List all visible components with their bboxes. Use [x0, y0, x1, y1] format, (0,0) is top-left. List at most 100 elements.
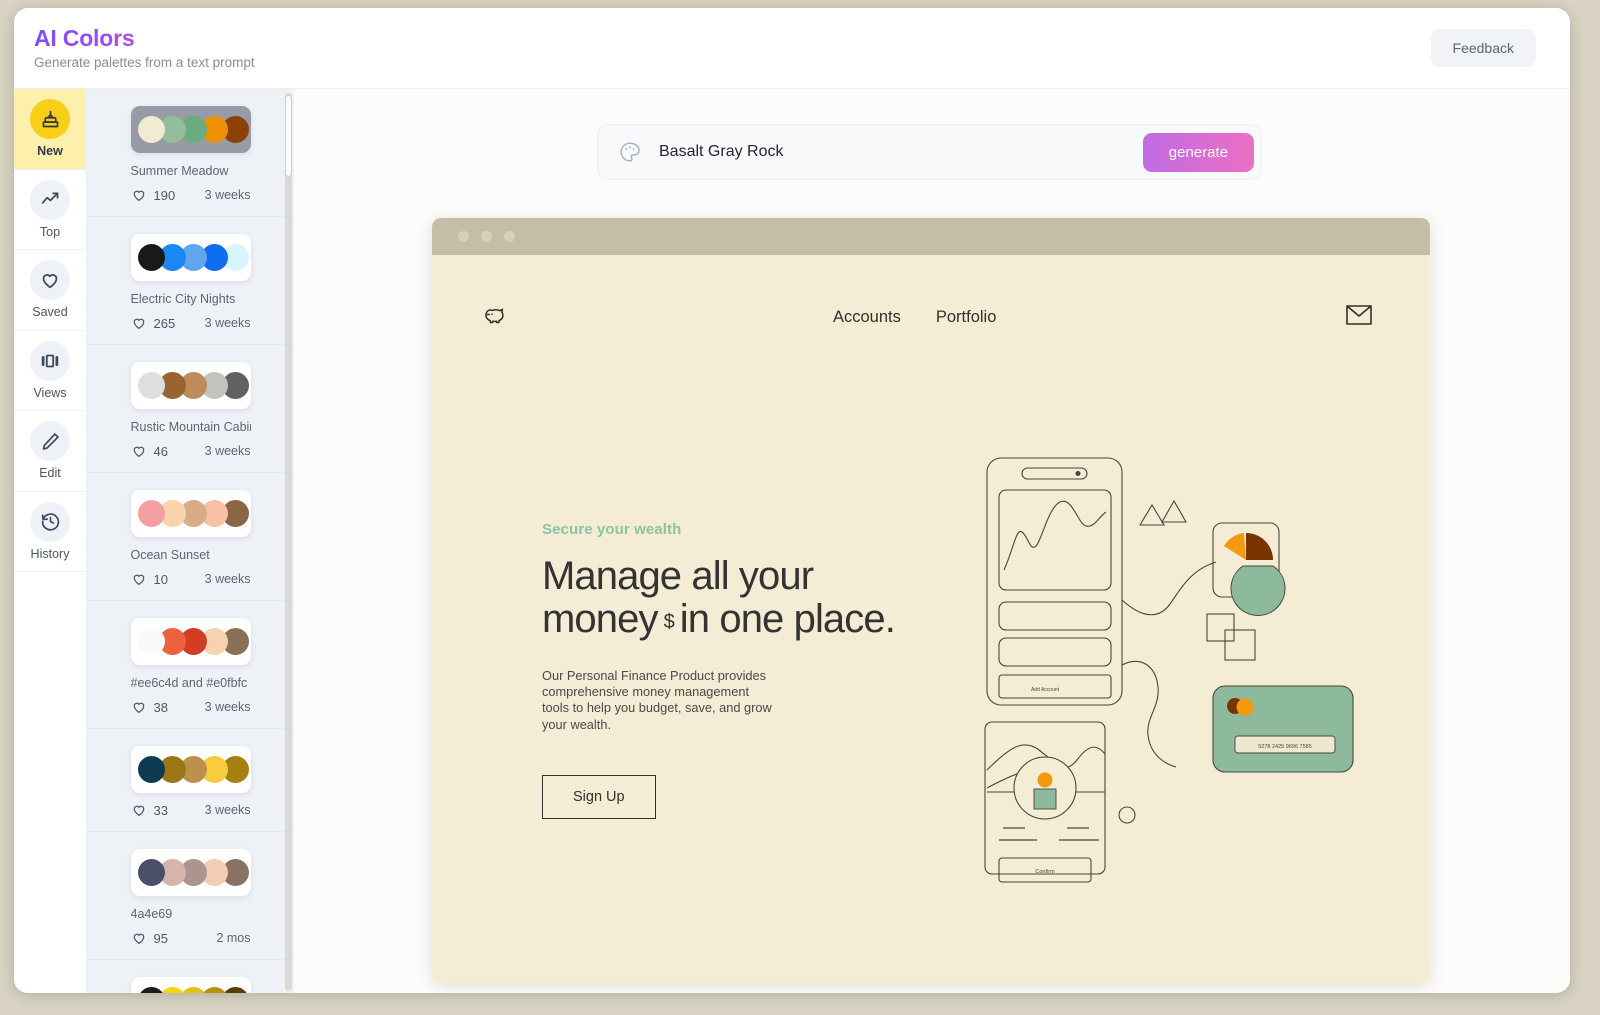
prompt-bar[interactable]: Basalt Gray Rock generate — [597, 124, 1262, 180]
generate-button[interactable]: generate — [1142, 132, 1254, 172]
sidebar-item-new[interactable]: New — [14, 89, 86, 170]
scrollbar-thumb[interactable] — [285, 95, 292, 177]
palette-swatch-card[interactable] — [130, 746, 251, 793]
palette-swatch-dot — [138, 859, 165, 886]
palette-swatch-card[interactable] — [130, 490, 251, 537]
palette-meta: 10 3 weeks — [131, 571, 251, 587]
heart-icon — [133, 805, 144, 816]
sidebar-item-edit[interactable]: Edit — [14, 411, 86, 492]
envelope-icon[interactable] — [1346, 305, 1372, 330]
cake-icon — [30, 99, 70, 140]
prompt-input[interactable]: Basalt Gray Rock — [659, 143, 1143, 161]
palette-list-item[interactable]: #ee6c4d and #e0fbfc 38 3 weeks — [87, 601, 294, 729]
preview-window: Accounts Portfolio Secure your wealth Ma… — [432, 218, 1430, 983]
hero-title-line1: Manage all your — [542, 554, 814, 598]
sidebar-item-label: Top — [39, 224, 61, 239]
palette-list-item[interactable]: Ocean Sunset 10 3 weeks — [87, 473, 294, 601]
phone-button-label: Add Account — [1031, 687, 1060, 693]
palette-swatches — [138, 500, 249, 527]
nav-link-accounts[interactable]: Accounts — [833, 308, 901, 327]
palette-swatches — [138, 372, 249, 399]
palette-list-item[interactable] — [87, 960, 294, 993]
palette-swatch-dot — [138, 372, 165, 399]
preview-nav-links: Accounts Portfolio — [833, 308, 996, 327]
palette-swatch-card[interactable] — [130, 849, 251, 896]
like-count: 265 — [153, 315, 176, 331]
like-group[interactable]: 46 — [131, 443, 168, 459]
hero-eyebrow: Secure your wealth — [542, 521, 682, 538]
sidebar-item-views[interactable]: Views — [14, 331, 86, 411]
like-group[interactable]: 95 — [131, 930, 168, 946]
like-group[interactable]: 33 — [131, 802, 168, 818]
carousel-icon — [30, 340, 70, 381]
palette-age: 3 weeks — [204, 700, 251, 714]
like-count: 33 — [153, 802, 168, 818]
palette-swatch-dot — [180, 987, 207, 993]
like-group[interactable]: 38 — [131, 699, 168, 715]
palette-swatch-card[interactable] — [130, 362, 251, 409]
palette-swatch-dot — [138, 987, 165, 993]
palette-swatch-dot — [201, 987, 228, 993]
palette-meta: 265 3 weeks — [131, 315, 251, 331]
window-dot — [481, 231, 492, 242]
brand-block: AI Colors Generate palettes from a text … — [34, 26, 255, 70]
sidebar-item-label: Saved — [32, 305, 68, 320]
palette-name: Rustic Mountain Cabin — [130, 420, 251, 434]
heart-icon — [133, 933, 144, 944]
like-count: 38 — [153, 699, 168, 715]
palette-age: 3 weeks — [204, 316, 251, 330]
palette-swatches — [138, 987, 249, 993]
sign-up-button[interactable]: Sign Up — [542, 775, 656, 820]
preview-navbar: Accounts Portfolio — [432, 255, 1430, 332]
preview-titlebar — [432, 218, 1430, 255]
palette-meta: 33 3 weeks — [131, 802, 251, 818]
palette-list-item[interactable]: Summer Meadow 190 3 weeks — [87, 89, 294, 217]
like-count: 10 — [153, 571, 168, 587]
heart-icon — [133, 702, 144, 713]
window-dot — [458, 231, 469, 242]
palette-list[interactable]: Summer Meadow 190 3 weeks Electric City Nig… — [87, 88, 294, 993]
palette-swatches — [138, 859, 249, 886]
like-group[interactable]: 265 — [131, 315, 176, 331]
hero-illustration: Add Account Confirm 5278 2425 9696 7585 — [977, 440, 1397, 915]
sidebar-item-top[interactable]: Top — [14, 170, 86, 250]
heart-icon — [30, 260, 70, 301]
like-count: 46 — [153, 443, 168, 459]
sidebar-item-saved[interactable]: Saved — [14, 250, 86, 331]
palette-name: Summer Meadow — [130, 164, 229, 178]
piggy-bank-icon[interactable] — [484, 303, 512, 332]
app-window: AI Colors Generate palettes from a text … — [14, 8, 1570, 993]
palette-swatch-dot — [222, 987, 249, 993]
palette-swatch-dot — [138, 628, 165, 655]
feedback-button[interactable]: Feedback — [1430, 29, 1536, 67]
palette-list-scrollbar[interactable] — [285, 93, 292, 991]
palette-swatches — [138, 756, 249, 783]
palette-swatch-card[interactable] — [130, 977, 251, 993]
palette-list-item[interactable]: 4a4e69 95 2 mos — [87, 832, 294, 960]
palette-swatch-card[interactable] — [130, 106, 251, 153]
palette-icon — [618, 140, 642, 164]
palette-swatches — [138, 244, 249, 271]
palette-list-item[interactable]: Rustic Mountain Cabin 46 3 weeks — [87, 345, 294, 473]
sidebar-rail: New Top Saved Views Edit History — [14, 88, 87, 993]
app-header: AI Colors Generate palettes from a text … — [14, 8, 1570, 88]
like-group[interactable]: 190 — [131, 187, 175, 203]
palette-meta: 95 2 mos — [131, 930, 251, 946]
page-title: AI Colors — [34, 26, 255, 50]
palette-name: #ee6c4d and #e0fbfc — [130, 676, 248, 690]
nav-link-portfolio[interactable]: Portfolio — [936, 308, 997, 327]
palette-age: 2 mos — [216, 931, 251, 945]
palette-name: Ocean Sunset — [130, 548, 210, 562]
palette-list-item[interactable]: Electric City Nights 265 3 weeks — [87, 217, 294, 345]
profile-button-label: Confirm — [1035, 869, 1055, 875]
palette-swatch-card[interactable] — [130, 618, 251, 665]
like-group[interactable]: 10 — [131, 571, 168, 587]
palette-age: 3 weeks — [204, 803, 251, 817]
palette-list-item[interactable]: 33 3 weeks — [87, 729, 294, 832]
palette-swatch-card[interactable] — [130, 234, 251, 281]
preview-page: Accounts Portfolio Secure your wealth Ma… — [432, 255, 1430, 983]
card-number-label: 5278 2425 9696 7585 — [1258, 744, 1312, 750]
palette-swatches — [138, 116, 249, 143]
sidebar-item-history[interactable]: History — [14, 492, 86, 572]
sidebar-item-label: Edit — [39, 466, 61, 481]
